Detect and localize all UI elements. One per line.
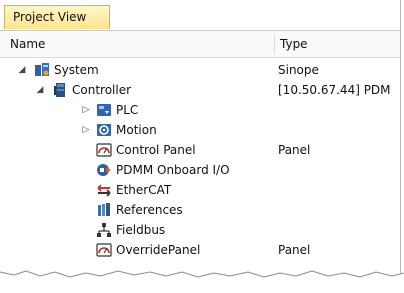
tree-item-ethercat[interactable]: EtherCAT (0, 180, 400, 200)
tree-item-plc[interactable]: ▷ PLC (0, 100, 400, 120)
column-header-type[interactable]: Type (280, 31, 308, 57)
torn-edge-decoration (0, 270, 404, 293)
controller-icon (52, 82, 68, 98)
tab-project-view[interactable]: Project View (4, 5, 110, 29)
motion-icon (96, 122, 112, 138)
override-panel-icon (96, 242, 112, 258)
tree-item-references[interactable]: References (0, 200, 400, 220)
column-header-bar: Name Type (0, 30, 400, 58)
tree-item-controller[interactable]: ◢ Controller [10.50.67.44] PDM (0, 80, 400, 100)
control-panel-icon (96, 142, 112, 158)
tree-item-label: Motion (116, 123, 157, 137)
fieldbus-icon (96, 222, 112, 238)
tree-item-control-panel[interactable]: Control Panel Panel (0, 140, 400, 160)
tree-item-label: Controller (72, 83, 132, 97)
tree-item-type: Panel (278, 243, 311, 257)
tree-item-type: Panel (278, 143, 311, 157)
tree-item-label: EtherCAT (116, 183, 172, 197)
project-view-window: Project View Name Type ◢ System Sinope ◢ (0, 0, 401, 280)
system-icon (34, 62, 50, 78)
tree-item-override-panel[interactable]: OverridePanel Panel (0, 240, 400, 260)
plc-icon (96, 102, 112, 118)
collapse-arrow-icon[interactable]: ◢ (34, 80, 46, 100)
tree-item-label: System (54, 63, 99, 77)
tab-strip: Project View (0, 0, 400, 30)
tree-item-label: OverridePanel (116, 243, 201, 257)
tree-item-label: References (116, 203, 183, 217)
tree-item-type: [10.50.67.44] PDM (278, 83, 391, 97)
collapse-arrow-icon[interactable]: ◢ (16, 60, 28, 80)
tree-item-system[interactable]: ◢ System Sinope (0, 60, 400, 80)
column-header-name[interactable]: Name (10, 31, 45, 57)
tree-item-type: Sinope (278, 63, 319, 77)
tree-item-label: Control Panel (116, 143, 196, 157)
expand-arrow-icon[interactable]: ▷ (80, 120, 92, 140)
onboard-io-icon (96, 162, 112, 178)
tree-item-label: PDMM Onboard I/O (116, 163, 230, 177)
tree-item-label: Fieldbus (116, 223, 166, 237)
tree-item-pdmm-onboard-io[interactable]: PDMM Onboard I/O (0, 160, 400, 180)
ethercat-icon (96, 182, 112, 198)
references-icon (96, 202, 112, 218)
column-separator[interactable] (274, 34, 275, 54)
expand-arrow-icon[interactable]: ▷ (80, 100, 92, 120)
tree-item-label: PLC (116, 103, 139, 117)
tree-item-fieldbus[interactable]: Fieldbus (0, 220, 400, 240)
tree-item-motion[interactable]: ▷ Motion (0, 120, 400, 140)
